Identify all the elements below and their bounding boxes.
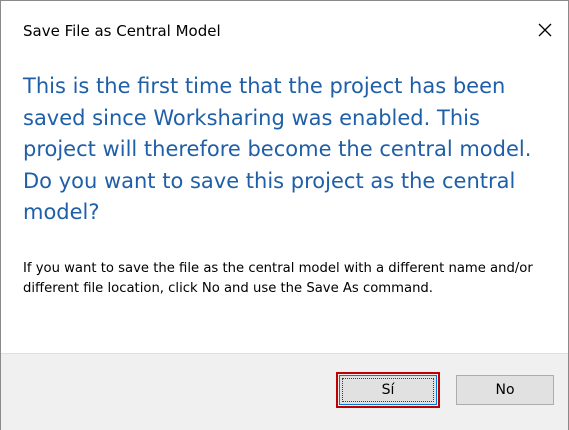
- no-button[interactable]: No: [456, 375, 554, 405]
- dialog-button-bar: Sí No: [1, 353, 568, 430]
- main-instruction: This is the first time that the project …: [23, 74, 532, 224]
- dialog-title: Save File as Central Model: [23, 22, 221, 40]
- save-central-model-dialog: Save File as Central Model This is the f…: [0, 0, 569, 430]
- close-button[interactable]: [523, 10, 567, 50]
- detail-text: If you want to save the file as the cent…: [23, 261, 533, 296]
- close-icon: [538, 23, 552, 37]
- dialog-titlebar: Save File as Central Model: [1, 1, 568, 59]
- dialog-content: This is the first time that the project …: [1, 59, 568, 353]
- yes-button[interactable]: Sí: [336, 372, 440, 408]
